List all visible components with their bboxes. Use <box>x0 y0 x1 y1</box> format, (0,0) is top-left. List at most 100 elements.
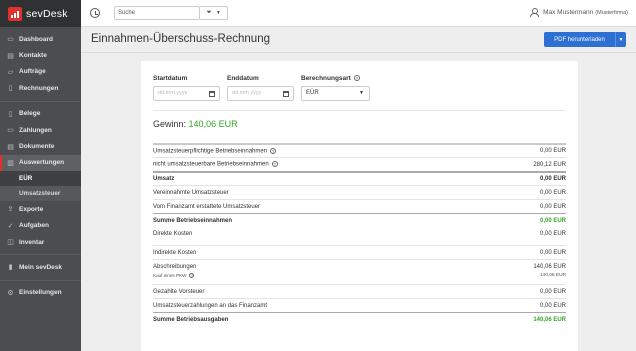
table-row: Direkte Kosten 0,00 EUR <box>153 227 566 241</box>
table-row: Abschreibungen 140,06 EUR <box>153 259 566 273</box>
table-row-sum: Summe Betriebsausgaben 140,06 EUR <box>153 312 566 326</box>
sidebar-item-mein-sevdesk[interactable]: ▮ Mein sevDesk <box>0 259 81 275</box>
row-value: 0,00 EUR <box>539 217 566 224</box>
row-value: 0,00 EUR <box>539 189 566 196</box>
report-card: Startdatum dd.mm.yyyy Enddatum dd.mm.yyy… <box>141 61 578 351</box>
sevdesk-logo-icon <box>8 6 22 21</box>
calc-type-group: Berechnungsart? EÜR ▼ <box>301 75 370 101</box>
sidebar: sevDesk ▭ Dashboard ▤ Kontakte ▱ Aufträge ▯… <box>0 0 81 351</box>
calendar-icon[interactable] <box>283 91 289 97</box>
row-label: Vom Finanzamt erstattete Umsatzsteuer <box>153 203 261 210</box>
user-icon <box>530 8 540 17</box>
sidebar-item-label: Umsatzsteuer <box>19 190 61 198</box>
sidebar-item-zahlungen[interactable]: ▭ Zahlungen <box>0 122 81 138</box>
dashboard-icon: ▭ <box>7 36 14 44</box>
profit-summary: Gewinn: 140,06 EUR <box>153 119 238 129</box>
receipt-icon: ▯ <box>8 110 13 118</box>
chevron-down-icon: ▼ <box>359 90 364 96</box>
sidebar-item-label: Belege <box>19 110 41 118</box>
row-label: Umsatz <box>153 176 175 182</box>
check-icon: ✓ <box>7 222 14 230</box>
user-menu[interactable]: Max Mustermann (Musterfirma) <box>530 8 628 17</box>
sidebar-item-dokumente[interactable]: ▤ Dokumente <box>0 138 81 154</box>
sidebar-item-auswertungen[interactable]: ▥ Auswertungen <box>0 154 81 172</box>
gear-icon: ⚙ <box>7 289 14 297</box>
sidebar-divider <box>0 254 81 256</box>
invoice-icon: ▯ <box>8 85 13 93</box>
calc-type-label: Berechnungsart? <box>301 75 370 83</box>
orders-icon: ▱ <box>7 68 14 76</box>
filter-row: Startdatum dd.mm.yyyy Enddatum dd.mm.yyy… <box>153 75 370 101</box>
sidebar-item-inventar[interactable]: ◫ Inventar <box>0 234 81 250</box>
row-value: 140,06 EUR <box>533 316 566 323</box>
sidebar-item-aufgaben[interactable]: ✓ Aufgaben <box>0 218 81 234</box>
payments-icon: ▭ <box>7 127 14 135</box>
user-company: (Musterfirma) <box>595 9 628 16</box>
row-label: Vereinnahmte Umsatzsteuer <box>153 189 229 196</box>
sidebar-divider <box>0 100 81 102</box>
calc-type-select[interactable]: EÜR ▼ <box>301 86 370 101</box>
table-row: Indirekte Kosten 0,00 EUR <box>153 245 566 259</box>
row-label: Summe Betriebseinnahmen <box>153 217 233 224</box>
table-subrow: Kauf eines PKW? 140,06 EUR <box>153 273 566 284</box>
row-value: 0,00 EUR <box>539 249 566 256</box>
info-icon[interactable]: ? <box>270 147 277 154</box>
sidebar-item-label: Exporte <box>19 205 44 213</box>
sidebar-item-auftraege[interactable]: ▱ Aufträge <box>0 64 81 80</box>
sidebar-item-label: EÜR <box>19 175 33 183</box>
sidebar-item-label: Einstellungen <box>19 289 62 297</box>
calc-type-label-text: Berechnungsart <box>301 75 351 82</box>
start-date-placeholder: dd.mm.yyyy <box>158 90 188 96</box>
logo[interactable]: sevDesk <box>0 0 81 27</box>
calendar-icon[interactable] <box>209 91 215 97</box>
filter-button[interactable]: ⏷ ▼ <box>200 6 228 20</box>
chevron-down-icon[interactable]: ▼ <box>615 32 626 47</box>
filter-divider <box>153 110 566 111</box>
row-label: Direkte Kosten <box>153 231 193 237</box>
table-row-sum: Summe Betriebseinnahmen 0,00 EUR <box>153 213 566 227</box>
search-input[interactable]: Suche <box>114 6 200 20</box>
info-icon[interactable]: ? <box>271 161 278 168</box>
end-date-placeholder: dd.mm.yyyy <box>232 90 262 96</box>
info-icon[interactable]: ? <box>189 273 195 279</box>
sidebar-item-label: Dashboard <box>19 35 53 43</box>
sidebar-item-belege[interactable]: ▯ Belege <box>0 106 81 122</box>
chevron-down-icon: ▼ <box>215 10 221 16</box>
table-row: Vom Finanzamt erstattete Umsatzsteuer 0,… <box>153 199 566 213</box>
start-date-label: Startdatum <box>153 75 188 82</box>
row-label: Umsatzsteuerpflichtige Betriebseinnahmen <box>153 148 268 155</box>
sidebar-subitem-umsatzsteuer[interactable]: Umsatzsteuer <box>0 186 81 202</box>
row-value: 140,06 EUR <box>539 273 566 278</box>
row-label: Abschreibungen <box>153 263 197 270</box>
row-value: 140,06 EUR <box>533 263 566 270</box>
inventory-icon: ◫ <box>7 239 14 247</box>
page-title: Einnahmen-Überschuss-Rechnung <box>91 33 270 45</box>
clock-icon[interactable] <box>90 8 100 18</box>
table-row: Umsatzsteuerpflichtige Betriebseinnahmen… <box>153 143 566 157</box>
help-icon[interactable]: ? <box>353 75 360 82</box>
sidebar-item-label: Dokumente <box>19 143 55 151</box>
topbar: Suche ⏷ ▼ Max Mustermann (Musterfirma) <box>81 0 636 27</box>
sidebar-item-label: Rechnungen <box>19 84 59 92</box>
table-row: Umsatzsteuerzahlungen an das Finanzamt 0… <box>153 298 566 312</box>
start-date-input[interactable]: dd.mm.yyyy <box>153 86 220 101</box>
header-divider <box>81 52 636 53</box>
table-row-subtotal: Umsatz 0,00 EUR <box>153 171 566 185</box>
sidebar-item-dashboard[interactable]: ▭ Dashboard <box>0 31 81 47</box>
end-date-input[interactable]: dd.mm.yyyy <box>227 86 294 101</box>
row-label: Kauf eines PKW <box>153 273 187 278</box>
start-date-group: Startdatum dd.mm.yyyy <box>153 75 220 101</box>
row-value: 0,00 EUR <box>539 148 566 154</box>
row-value: 0,00 EUR <box>539 231 566 237</box>
sevdesk-icon: ▮ <box>8 264 13 272</box>
profit-label: Gewinn: <box>153 119 187 129</box>
sidebar-item-rechnungen[interactable]: ▯ Rechnungen <box>0 80 81 96</box>
sidebar-item-exporte[interactable]: ⇪ Exporte <box>0 201 81 217</box>
sidebar-divider <box>0 279 81 281</box>
pdf-download-button[interactable]: PDF herunterladen ▼ <box>544 32 626 47</box>
sidebar-item-einstellungen[interactable]: ⚙ Einstellungen <box>0 285 81 301</box>
sidebar-item-kontakte[interactable]: ▤ Kontakte <box>0 47 81 63</box>
sidebar-subitem-euer[interactable]: EÜR <box>0 171 81 187</box>
euer-table: Umsatzsteuerpflichtige Betriebseinnahmen… <box>153 143 566 326</box>
sidebar-item-label: Aufträge <box>19 68 46 76</box>
